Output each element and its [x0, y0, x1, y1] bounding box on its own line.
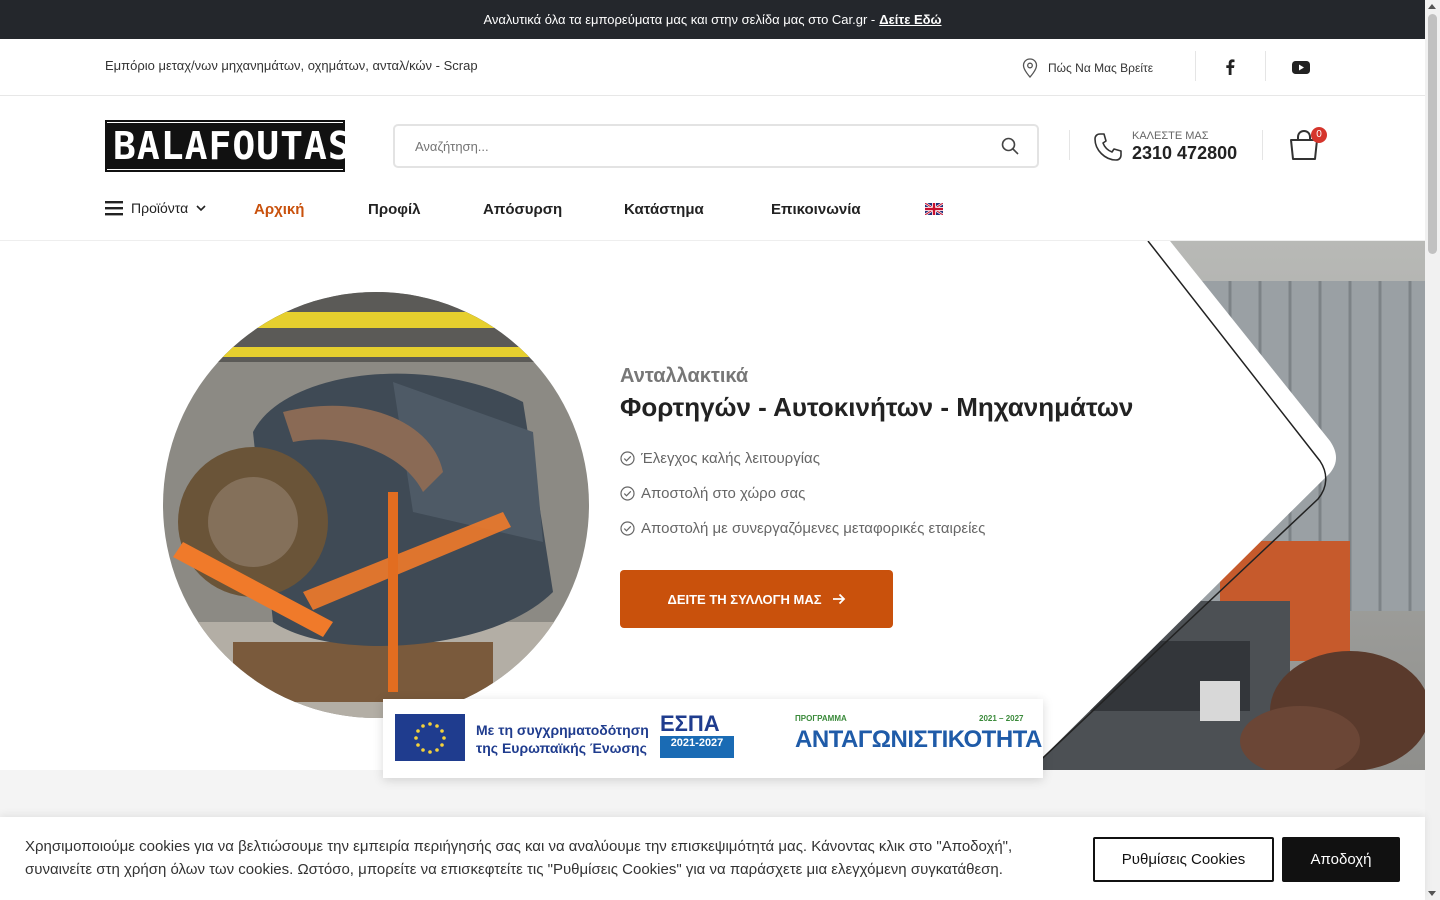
eu-flag-icon: [395, 714, 465, 761]
search-box[interactable]: [393, 124, 1039, 168]
chevron-down-icon: [196, 205, 206, 212]
program-label: ΠΡΟΓΡΑΜΜΑ: [795, 714, 847, 723]
divider: [1265, 51, 1266, 81]
hero-title: Φορτηγών - Αυτοκινήτων - Μηχανημάτων: [620, 392, 1134, 422]
hero-subtitle: Ανταλλακτικά: [620, 365, 749, 387]
hero-diagonal-shape: [1030, 241, 1336, 770]
divider: [1069, 130, 1070, 160]
eu-cofunding-text: Με τη συγχρηματοδότηση της Ευρωπαϊκής Έν…: [476, 721, 649, 757]
check-circle-icon: [620, 451, 635, 466]
hero-engine-image: [163, 292, 589, 718]
call-us[interactable]: ΚΑΛΕΣΤΕ ΜΑΣ 2310 472800: [1092, 130, 1237, 164]
announcement-link[interactable]: Δείτε Εδώ: [879, 12, 941, 27]
nav-profile[interactable]: Προφίλ: [368, 201, 421, 218]
divider: [1262, 130, 1263, 160]
nav-scrappage[interactable]: Απόσυρση: [483, 201, 562, 218]
cta-label: ΔΕΙΤΕ ΤΗ ΣΥΛΛΟΓΗ ΜΑΣ: [667, 591, 822, 607]
feature-list: Έλεγχος καλής λειτουργίας Αποστολή στο χ…: [620, 441, 985, 546]
phone-number[interactable]: 2310 472800: [1132, 142, 1237, 164]
uk-flag-icon[interactable]: [925, 203, 943, 215]
find-us-link[interactable]: Πώς Να Μας Βρείτε: [1022, 58, 1153, 78]
espa-banner[interactable]: Με τη συγχρηματοδότηση της Ευρωπαϊκής Έν…: [383, 699, 1043, 778]
feature-text: Αποστολή στο χώρο σας: [641, 485, 806, 502]
cookie-settings-button[interactable]: Ρυθμίσεις Cookies: [1093, 837, 1274, 882]
announcement-bar: Αναλυτικά όλα τα εμπορεύματα μας και στη…: [0, 0, 1425, 39]
program-years: 2021 – 2027: [979, 714, 1024, 723]
facebook-icon[interactable]: [1220, 57, 1240, 77]
info-bar: Εμπόριο μεταχ/νων μηχανημάτων, οχημάτων,…: [0, 39, 1425, 96]
nav-shop[interactable]: Κατάστημα: [624, 201, 704, 218]
feature-text: Έλεγχος καλής λειτουργίας: [641, 450, 820, 467]
search-icon[interactable]: [1001, 137, 1019, 155]
announcement-text: Αναλυτικά όλα τα εμπορεύματα μας και στη…: [483, 12, 876, 27]
nav-home[interactable]: Αρχική: [254, 201, 304, 218]
scrollbar-thumb[interactable]: [1428, 14, 1437, 254]
phone-icon: [1094, 133, 1122, 161]
espa-years: 2021-2027: [660, 736, 734, 758]
eu-line-2: της Ευρωπαϊκής Ένωσης: [476, 740, 647, 756]
cart-button[interactable]: 0: [1288, 127, 1327, 167]
feature-item: Αποστολή στο χώρο σας: [620, 476, 985, 511]
scrollbar[interactable]: [1425, 0, 1440, 900]
products-label: Προϊόντα: [131, 200, 189, 216]
cookie-text: Χρησιμοποιούμε cookies για να βελτιώσουμ…: [25, 838, 1013, 878]
scroll-down-icon[interactable]: [1428, 891, 1436, 896]
cookie-accept-button[interactable]: Αποδοχή: [1282, 837, 1400, 882]
feature-item: Έλεγχος καλής λειτουργίας: [620, 441, 985, 476]
hero-banner: Ανταλλακτικά Φορτηγών - Αυτοκινήτων - Μη…: [0, 241, 1425, 770]
products-menu[interactable]: Προϊόντα: [105, 200, 206, 216]
scroll-up-icon[interactable]: [1428, 4, 1436, 9]
location-pin-icon: [1022, 58, 1038, 78]
check-circle-icon: [620, 486, 635, 501]
logo-text: BALAFOUTAS: [107, 123, 351, 169]
nav-contact[interactable]: Επικοινωνία: [771, 201, 861, 218]
call-label: ΚΑΛΕΣΤΕ ΜΑΣ: [1132, 130, 1209, 142]
search-input[interactable]: [395, 126, 955, 166]
feature-text: Αποστολή με συνεργαζόμενες μεταφορικές ε…: [641, 520, 986, 537]
tagline: Εμπόριο μεταχ/νων μηχανημάτων, οχημάτων,…: [105, 58, 478, 73]
arrow-right-icon: [832, 593, 845, 605]
espa-logo: ΕΣΠΑ: [660, 711, 720, 736]
youtube-icon[interactable]: [1291, 57, 1311, 77]
main-nav: Προϊόντα Αρχική Προφίλ Απόσυρση Κατάστημ…: [0, 188, 1425, 241]
hamburger-icon: [105, 201, 123, 216]
call-text: ΚΑΛΕΣΤΕ ΜΑΣ 2310 472800: [1132, 130, 1237, 164]
cart-count-badge: 0: [1311, 127, 1327, 143]
cookie-banner: Χρησιμοποιούμε cookies για να βελτιώσουμ…: [0, 817, 1425, 900]
divider: [1195, 51, 1196, 81]
check-circle-icon: [620, 521, 635, 536]
view-collection-button[interactable]: ΔΕΙΤΕ ΤΗ ΣΥΛΛΟΓΗ ΜΑΣ: [620, 570, 893, 628]
eu-line-1: Με τη συγχρηματοδότηση: [476, 722, 649, 738]
feature-item: Αποστολή με συνεργαζόμενες μεταφορικές ε…: [620, 511, 985, 546]
find-us-label: Πώς Να Μας Βρείτε: [1048, 61, 1154, 75]
program-name: ΑΝΤΑΓΩΝΙΣΤΙΚΟΤΗΤΑ: [795, 726, 1042, 753]
site-logo[interactable]: BALAFOUTAS: [105, 120, 351, 172]
